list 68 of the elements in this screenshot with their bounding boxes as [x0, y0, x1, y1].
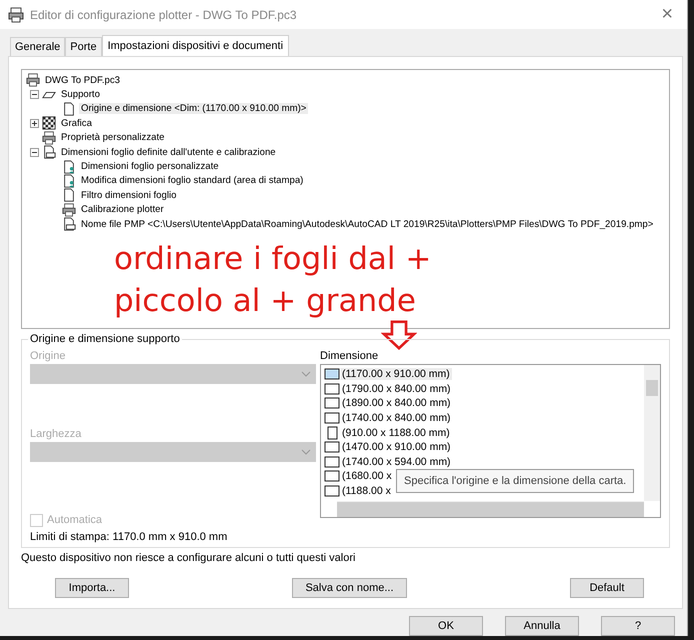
list-item[interactable]: (1680.00 x [340, 470, 394, 482]
page-icon [62, 188, 76, 202]
chevron-down-icon [301, 371, 311, 377]
landscape-page-icon [324, 367, 340, 382]
horizontal-scrollbar[interactable] [337, 501, 644, 517]
tree-item[interactable]: Origine e dimensione <Dim: (1170.00 x 910.00 mm)> [79, 103, 308, 114]
tab[interactable]: Porte [65, 37, 102, 56]
panel-button[interactable]: Default [570, 578, 644, 598]
list-item[interactable]: (1890.00 x 840.00 mm) [340, 397, 453, 410]
printer-icon [26, 73, 40, 88]
list-item[interactable]: (1790.00 x 840.00 mm) [340, 382, 453, 395]
list-item[interactable]: (1170.00 x 910.00 mm) [340, 368, 452, 380]
landscape-page-icon [324, 440, 340, 454]
tree-item[interactable]: Grafica [59, 118, 94, 129]
tab[interactable]: Impostazioni dispositivi e documenti [102, 35, 290, 57]
tree-item[interactable]: Calibrazione plotter [79, 204, 166, 216]
expander-icon[interactable] [30, 118, 39, 128]
page-icon [62, 217, 76, 232]
annotation-text: ordinare i fogli dal + [114, 240, 432, 279]
landscape-page-icon [324, 396, 340, 410]
dialog-button[interactable]: Annulla [505, 616, 579, 636]
vertical-scrollbar[interactable] [644, 365, 660, 501]
annotation-text: piccolo al + grande [114, 282, 416, 321]
tree-item[interactable]: Proprietà personalizzate [59, 132, 166, 144]
print-limits-text: Limiti di stampa: 1170.0 mm x 910.0 mm [30, 531, 228, 543]
landscape-page-icon [324, 469, 340, 484]
landscape-page-icon [324, 454, 340, 469]
landscape-page-icon [324, 484, 340, 498]
landscape-page-icon [324, 411, 340, 426]
list-item[interactable]: (1470.00 x 910.00 mm) [340, 441, 453, 454]
page-user-icon [62, 160, 76, 174]
page-icon [42, 145, 56, 160]
close-button[interactable]: × [655, 3, 679, 26]
dialog-button[interactable]: OK [409, 616, 483, 636]
list-item[interactable]: (1740.00 x 840.00 mm) [340, 412, 453, 424]
dialog-button[interactable]: ? [601, 616, 675, 636]
list-item[interactable]: (1740.00 x 594.00 mm) [340, 456, 453, 468]
tab[interactable]: Generale [10, 37, 66, 56]
printer-icon [42, 130, 56, 145]
tree-item[interactable]: Supporto [59, 89, 102, 100]
checkbox-label: Automatica [47, 514, 102, 526]
tree-item[interactable]: Dimensioni foglio definite dall'utente e calibrazione [59, 146, 278, 158]
field-label: Origine [30, 350, 66, 364]
page-user-icon [62, 174, 76, 188]
tree-item[interactable]: Nome file PMP <C:\Users\Utente\AppData\Roaming\Autodesk\AutoCAD LT 2019\R25\ita\Plotters\PMP Files\DWG To PDF_2019.pmp> [79, 218, 656, 230]
tree-item[interactable]: Dimensioni foglio personalizzate [79, 161, 221, 172]
printer-icon [8, 6, 24, 22]
list-item[interactable]: (910.00 x 1188.00 mm) [340, 426, 452, 439]
printer-icon [62, 202, 76, 217]
info-text: Questo dispositivo non riesce a configurare alcuni o tutti questi valori [21, 552, 356, 564]
checker-icon [42, 116, 56, 130]
group-title: Origine e dimensione supporto [28, 333, 182, 345]
chevron-down-icon [301, 449, 311, 455]
panel-button[interactable]: Salva con nome... [292, 578, 407, 598]
field-label: Dimensione [320, 350, 380, 364]
expander-icon[interactable] [30, 90, 39, 100]
tree-item[interactable]: DWG To PDF.pc3 [43, 74, 122, 86]
down-arrow-icon [381, 320, 417, 350]
panel-button[interactable]: Importa... [55, 578, 129, 598]
tree-item[interactable]: Filtro dimensioni foglio [79, 190, 178, 201]
page-icon [62, 102, 76, 116]
list-item[interactable]: (1188.00 x [340, 485, 393, 498]
window-title: Editor di configurazione plotter - DWG To PDF.pc3 [30, 8, 298, 22]
tooltip: Specifica l'origine e la dimensione della carta. [396, 469, 634, 493]
expander-icon[interactable] [30, 148, 39, 157]
field-label: Larghezza [30, 428, 82, 442]
tree-item[interactable]: Modifica dimensioni foglio standard (area di stampa) [79, 175, 306, 186]
landscape-page-icon [324, 382, 340, 396]
